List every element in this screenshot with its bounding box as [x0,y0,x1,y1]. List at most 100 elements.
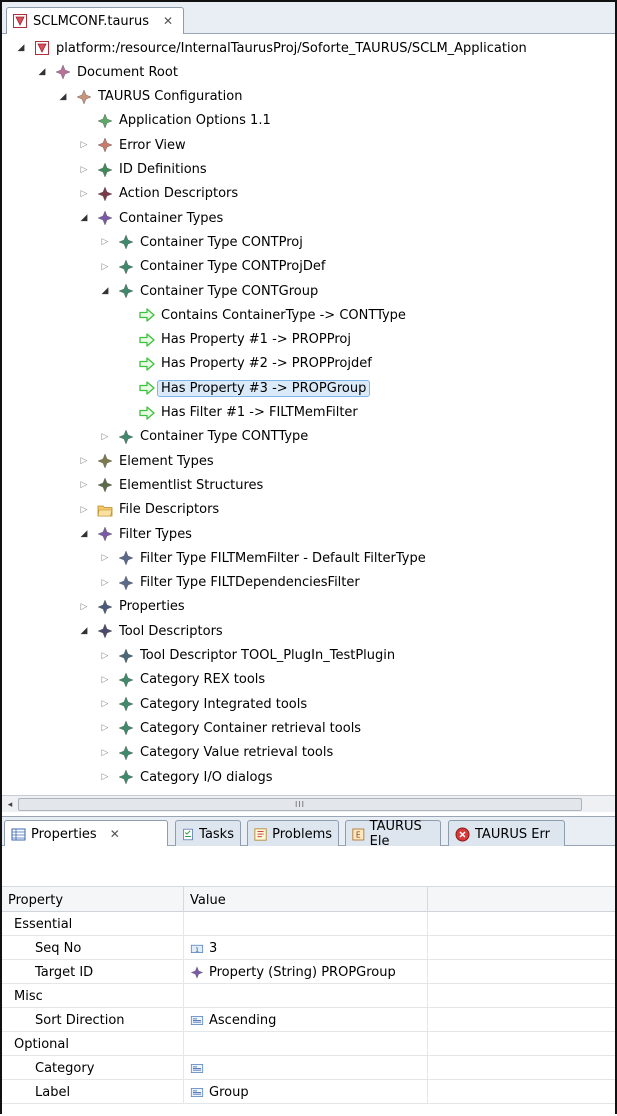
collapsed-twisty-icon[interactable]: ▷ [77,600,91,614]
close-icon[interactable]: ✕ [110,827,120,841]
tree-node[interactable]: ▷ Container Type CONTType [98,425,308,449]
diamond-icon [118,550,134,566]
tree-node[interactable]: ▷ Elementlist Structures [77,473,263,497]
horizontal-scrollbar[interactable]: ◂ III [2,795,615,812]
tree-node-label: Category I/O dialogs [140,769,273,785]
view-tab-label: TAURUS Err [475,826,550,842]
expanded-twisty-icon[interactable]: ◢ [14,41,28,55]
tree-node[interactable]: ▷ Container Type CONTProjDef [98,255,325,279]
collapsed-twisty-icon[interactable]: ▷ [98,770,112,784]
tree-node[interactable]: ▷ Category I/O dialogs [98,765,273,789]
scroll-left-icon[interactable]: ◂ [2,797,18,812]
arrow-icon [139,380,155,396]
tree-node[interactable]: Has Property #2 -> PROPProjdef [119,352,372,376]
tree-node[interactable]: ◢ Filter Types [77,522,192,546]
tree-node[interactable]: ▷ Category Container retrieval tools [98,716,361,740]
tree-node[interactable]: ▷ File Descriptors [77,498,220,522]
tree-node[interactable]: ◢ Container Types [77,206,223,230]
model-tree[interactable]: ◢ platform:/resource/InternalTaurusProj/S… [2,34,615,794]
taurus-errors-icon [455,827,470,841]
expanded-twisty-icon[interactable]: ◢ [77,527,91,541]
view-tab[interactable]: Problems [247,820,339,847]
tree-node[interactable]: Application Options 1.1 [77,109,271,133]
tree-node[interactable]: ◢ platform:/resource/InternalTaurusProj/S… [14,36,527,60]
tree-node-label: Has Property #1 -> PROPProj [161,332,351,348]
property-category-row[interactable]: Essential [2,912,615,936]
collapsed-twisty-icon[interactable]: ▷ [77,138,91,152]
view-tab[interactable]: TAURUS Err [448,820,565,847]
tree-node-label: Container Type CONTType [140,429,309,445]
tree-node[interactable]: ▷ Error View [77,133,186,157]
collapsed-twisty-icon[interactable]: ▷ [98,721,112,735]
tree-node[interactable]: ◢ TAURUS Configuration [56,85,242,109]
expanded-twisty-icon[interactable]: ◢ [98,284,112,298]
property-row[interactable]: Label Group [2,1080,615,1104]
diamond-icon [97,186,113,202]
filler-cell [428,912,615,936]
collapsed-twisty-icon[interactable]: ▷ [98,551,112,565]
view-tab[interactable]: Tasks [175,820,241,847]
close-icon[interactable]: ✕ [163,14,173,28]
property-value[interactable]: Ascending [184,1008,428,1032]
tree-node[interactable]: ▷ Category Value retrieval tools [98,741,333,765]
tree-node[interactable]: Has Property #1 -> PROPProj [119,328,351,352]
scrollbar-thumb[interactable]: III [18,798,582,811]
tree-node[interactable]: ▷ Action Descriptors [77,182,238,206]
column-header-property[interactable]: Property [2,887,184,913]
tree-node[interactable]: ▷ Filter Type FILTMemFilter - Default Fil… [98,546,426,570]
filler-cell [428,960,615,984]
tree-node[interactable]: ▷ ID Definitions [77,158,207,182]
property-row[interactable]: Sort Direction Ascending [2,1008,615,1032]
tree-node[interactable]: ◢ Tool Descriptors [77,619,223,643]
tree-node[interactable]: ▷ Category Integrated tools [98,692,307,716]
collapsed-twisty-icon[interactable]: ▷ [98,260,112,274]
tree-node[interactable]: Has Property #3 -> PROPGroup [119,376,371,400]
property-row[interactable]: Target ID Property (String) PROPGroup [2,960,615,984]
collapsed-twisty-icon[interactable]: ▷ [98,235,112,249]
property-value[interactable]: Group [184,1080,428,1104]
collapsed-twisty-icon[interactable]: ▷ [98,697,112,711]
collapsed-twisty-icon[interactable]: ▷ [98,649,112,663]
expanded-twisty-icon[interactable]: ◢ [35,65,49,79]
tree-node[interactable]: ▷ Category REX tools [98,668,265,692]
tree-node-label: Has Property #3 -> PROPGroup [157,379,371,397]
diamond-icon [55,64,71,80]
collapsed-twisty-icon[interactable]: ▷ [98,746,112,760]
properties-table-header: Property Value [2,886,615,913]
tree-node[interactable]: ◢ Document Root [35,60,178,84]
arrow-icon [139,405,155,421]
collapsed-twisty-icon[interactable]: ▷ [77,478,91,492]
collapsed-twisty-icon[interactable]: ▷ [77,163,91,177]
expanded-twisty-icon[interactable]: ◢ [56,90,70,104]
view-tab[interactable]: E TAURUS Ele [345,819,441,849]
collapsed-twisty-icon[interactable]: ▷ [98,576,112,590]
tree-node[interactable]: ▷ Container Type CONTProj [98,230,303,254]
tree-node[interactable]: Contains ContainerType -> CONTType [119,303,406,327]
property-value[interactable]: 13 [184,936,428,960]
view-tab[interactable]: Properties ✕ [4,820,168,847]
property-row[interactable]: Category [2,1056,615,1080]
collapsed-twisty-icon[interactable]: ▷ [77,187,91,201]
collapsed-twisty-icon[interactable]: ▷ [77,503,91,517]
tree-node-label: Container Type CONTGroup [140,283,319,299]
collapsed-twisty-icon[interactable]: ▷ [98,430,112,444]
tree-node[interactable]: ▷ Properties [77,595,185,619]
expanded-twisty-icon[interactable]: ◢ [77,211,91,225]
tree-node[interactable]: ◢ Container Type CONTGroup [98,279,318,303]
property-value[interactable]: Property (String) PROPGroup [184,960,428,984]
properties-toolbar [2,846,615,886]
collapsed-twisty-icon[interactable]: ▷ [98,673,112,687]
property-category-row[interactable]: Misc [2,984,615,1008]
expanded-twisty-icon[interactable]: ◢ [77,624,91,638]
tree-node[interactable]: ▷ Element Types [77,449,214,473]
tree-node[interactable]: ▷ Filter Type FILTDependenciesFilter [98,571,360,595]
editor-tab[interactable]: SCLMCONF.taurus ✕ [6,7,185,34]
collapsed-twisty-icon[interactable]: ▷ [77,454,91,468]
property-value[interactable] [184,1056,428,1080]
tree-node[interactable]: ▷ Tool Descriptor TOOL_PlugIn_TestPlugin [98,644,395,668]
property-row[interactable]: Seq No 1 3 [2,936,615,960]
column-header-value[interactable]: Value [184,887,428,913]
workbench-window: SCLMCONF.taurus ✕ ◢ platform:/resource/In… [0,0,617,1116]
property-category-row[interactable]: Optional [2,1032,615,1056]
tree-node[interactable]: Has Filter #1 -> FILTMemFilter [119,401,358,425]
